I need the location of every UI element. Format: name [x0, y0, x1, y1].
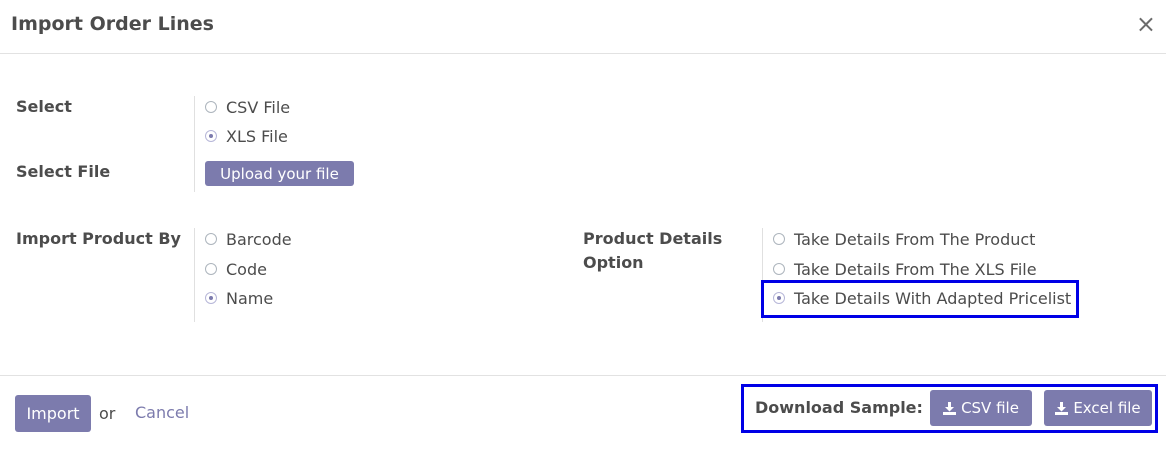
- radio-label: Take Details From The Product: [794, 229, 1036, 249]
- radio-name[interactable]: Name: [205, 286, 273, 310]
- cancel-link[interactable]: Cancel: [135, 403, 189, 422]
- radio-label: XLS File: [226, 126, 288, 146]
- download-icon: [943, 401, 957, 415]
- radio-circle[interactable]: [773, 263, 785, 275]
- import-button[interactable]: Import: [15, 395, 91, 432]
- highlight-box: [761, 280, 1079, 318]
- dialog-title: Import Order Lines: [11, 13, 214, 35]
- download-excel-label: Excel file: [1073, 399, 1141, 417]
- radio-details-from-xls[interactable]: Take Details From The XLS File: [773, 257, 1037, 281]
- dialog-header: Import Order Lines ×: [0, 0, 1166, 54]
- product-details-label-line1: Product Details: [583, 229, 723, 248]
- radio-label: Barcode: [226, 229, 292, 249]
- radio-csv-file[interactable]: CSV File: [205, 95, 290, 119]
- download-sample-label: Download Sample:: [755, 398, 923, 417]
- radio-label: Name: [226, 288, 274, 308]
- download-csv-button[interactable]: CSV file: [930, 390, 1032, 426]
- product-details-label-line2: Option: [583, 253, 644, 272]
- download-csv-label: CSV file: [961, 399, 1019, 417]
- radio-barcode[interactable]: Barcode: [205, 227, 292, 251]
- import-product-by-label: Import Product By: [16, 229, 181, 248]
- select-file-label: Select File: [16, 162, 111, 181]
- close-icon[interactable]: ×: [1136, 10, 1156, 38]
- radio-circle[interactable]: [205, 263, 217, 275]
- divider: [194, 228, 195, 322]
- radio-circle[interactable]: [205, 233, 217, 245]
- upload-file-button[interactable]: Upload your file: [205, 161, 354, 186]
- radio-label: Take Details From The XLS File: [794, 259, 1037, 279]
- download-excel-button[interactable]: Excel file: [1044, 390, 1152, 426]
- radio-code[interactable]: Code: [205, 257, 267, 281]
- radio-xls-file[interactable]: XLS File: [205, 124, 288, 148]
- select-label: Select: [16, 97, 72, 116]
- download-icon: [1055, 401, 1069, 415]
- divider: [194, 96, 195, 192]
- radio-circle-selected[interactable]: [205, 130, 217, 142]
- radio-label: Code: [226, 259, 267, 279]
- radio-details-from-product[interactable]: Take Details From The Product: [773, 227, 1035, 251]
- radio-label: CSV File: [226, 97, 291, 117]
- or-text: or: [99, 404, 116, 423]
- radio-circle[interactable]: [773, 233, 785, 245]
- radio-circle[interactable]: [205, 101, 217, 113]
- radio-circle-selected[interactable]: [205, 292, 217, 304]
